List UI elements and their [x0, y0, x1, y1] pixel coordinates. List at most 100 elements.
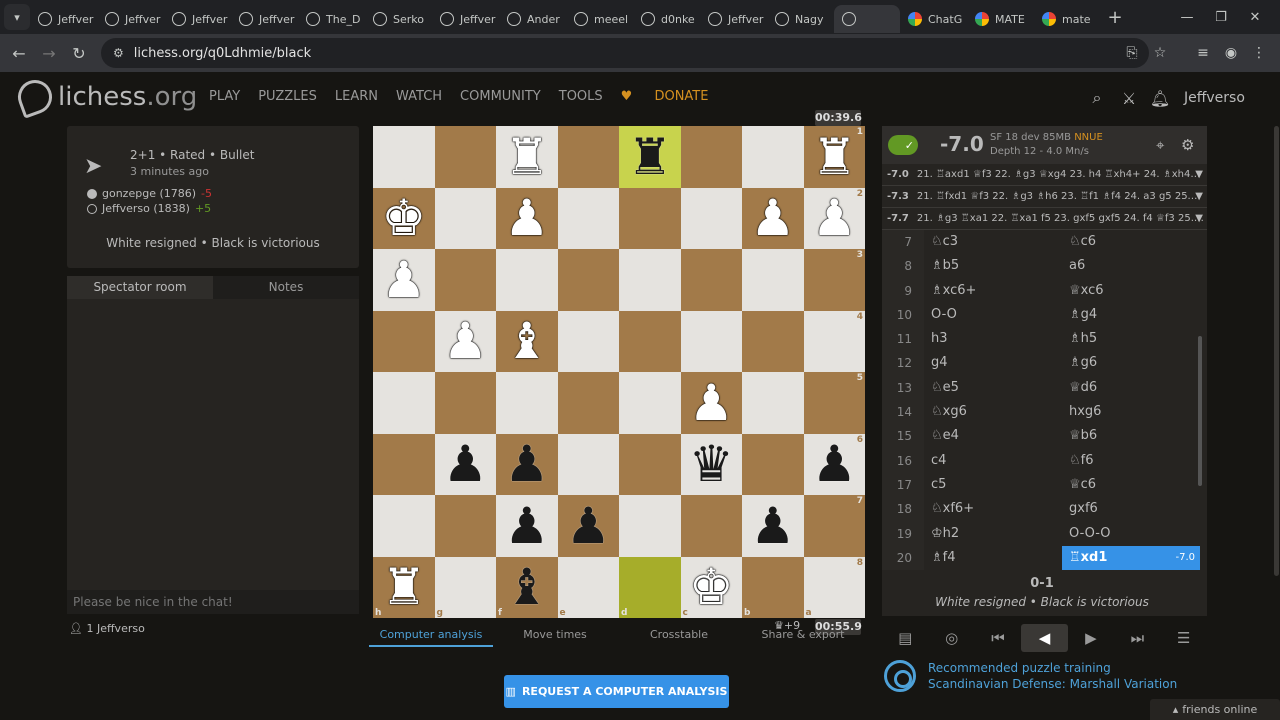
- search-icon[interactable]: ⌕: [1087, 88, 1107, 108]
- board-square[interactable]: ♚: [373, 187, 435, 249]
- black-move[interactable]: ♘c6: [1062, 230, 1200, 254]
- board-square[interactable]: [742, 310, 804, 372]
- board-square[interactable]: 3: [803, 249, 865, 311]
- board-square[interactable]: [373, 372, 435, 434]
- white-pawn-piece[interactable]: ♟: [504, 193, 549, 243]
- board-square[interactable]: [680, 126, 742, 188]
- browser-tab[interactable]: Jeffver: [97, 5, 164, 33]
- board-square[interactable]: ♟: [496, 433, 558, 495]
- black-pawn-piece[interactable]: ♟: [504, 439, 549, 489]
- browser-tab[interactable]: The_D: [298, 5, 365, 33]
- previous-move-icon[interactable]: ◀: [1021, 624, 1068, 652]
- reload-icon[interactable]: ↻: [64, 38, 94, 68]
- board-square[interactable]: 4: [803, 310, 865, 372]
- tab-share-export[interactable]: Share & export: [741, 628, 865, 647]
- board-square[interactable]: [557, 310, 619, 372]
- pv-line[interactable]: -7.7 21. ♗g3 ♖xa1 22. ♖xa1 f5 23. gxf5 gx…: [882, 208, 1207, 230]
- black-rook-piece[interactable]: ♜: [627, 132, 672, 182]
- gear-icon[interactable]: ⚙: [1181, 136, 1194, 154]
- board-square[interactable]: [557, 372, 619, 434]
- board-square[interactable]: [496, 372, 558, 434]
- black-move[interactable]: ♗h5: [1062, 327, 1200, 351]
- board-square[interactable]: [557, 126, 619, 188]
- browser-tab[interactable]: Jeffver: [432, 5, 499, 33]
- black-pawn-piece[interactable]: ♟: [443, 439, 488, 489]
- bell-icon[interactable]: 🔔︎: [1150, 88, 1170, 108]
- white-move[interactable]: g4: [924, 351, 1062, 375]
- puzzle-opening[interactable]: Scandinavian Defense: Marshall Variation: [928, 676, 1177, 692]
- board-square[interactable]: ♚ c: [680, 556, 742, 618]
- bookmark-star-icon[interactable]: ☆: [1145, 38, 1175, 68]
- white-rook-piece[interactable]: ♜: [381, 562, 426, 612]
- board-square[interactable]: ♟ 2: [803, 187, 865, 249]
- nav-donate[interactable]: ♥ DONATE: [621, 89, 727, 104]
- browser-tab[interactable]: Nagy: [767, 5, 834, 33]
- pv-line[interactable]: -7.3 21. ♖fxd1 ♕f3 22. ♗g3 ♗h6 23. ♖f1 ♗f…: [882, 186, 1207, 208]
- board-square[interactable]: [619, 310, 681, 372]
- black-move[interactable]: ♖xd1 -7.0: [1062, 545, 1200, 571]
- white-move[interactable]: ♘xg6: [924, 400, 1062, 424]
- black-pawn-piece[interactable]: ♟: [566, 501, 611, 551]
- board-square[interactable]: g: [434, 556, 496, 618]
- board-square[interactable]: ♟ 6: [803, 433, 865, 495]
- board-square[interactable]: [434, 126, 496, 188]
- first-move-icon[interactable]: ⏮: [975, 624, 1021, 652]
- board-square[interactable]: ♜: [496, 126, 558, 188]
- browser-tab[interactable]: Jeffver: [30, 5, 97, 33]
- board-square[interactable]: [434, 249, 496, 311]
- white-king-piece[interactable]: ♚: [689, 562, 734, 612]
- board-square[interactable]: 8a: [803, 556, 865, 618]
- board-square[interactable]: [619, 187, 681, 249]
- board-square[interactable]: ♟: [496, 187, 558, 249]
- board-square[interactable]: ♛: [680, 433, 742, 495]
- black-pawn-piece[interactable]: ♟: [812, 439, 857, 489]
- white-pawn-piece[interactable]: ♟: [381, 255, 426, 305]
- white-pawn-piece[interactable]: ♟: [443, 316, 488, 366]
- book-icon[interactable]: ▤: [882, 624, 928, 652]
- tab-spectator-room[interactable]: Spectator room: [67, 276, 213, 299]
- tab-crosstable[interactable]: Crosstable: [617, 628, 741, 647]
- board-square[interactable]: [557, 249, 619, 311]
- browser-tab[interactable]: d0nke: [633, 5, 700, 33]
- black-move[interactable]: hxg6: [1062, 400, 1200, 424]
- browser-tab[interactable]: [834, 5, 900, 33]
- board-square[interactable]: [619, 495, 681, 557]
- black-move[interactable]: gxf6: [1062, 497, 1200, 521]
- board-square[interactable]: [680, 310, 742, 372]
- white-move[interactable]: ♘c3: [924, 230, 1062, 254]
- white-move[interactable]: ♘e4: [924, 424, 1062, 448]
- puzzle-title[interactable]: Recommended puzzle training: [928, 660, 1177, 676]
- board-square[interactable]: [742, 372, 804, 434]
- white-bishop-piece[interactable]: ♝: [504, 316, 549, 366]
- browser-menu-icon[interactable]: ⋮: [1244, 38, 1274, 68]
- board-square[interactable]: ♜ h: [373, 556, 435, 618]
- browser-tab[interactable]: Jeffver: [700, 5, 767, 33]
- swords-icon[interactable]: ⚔: [1119, 88, 1139, 108]
- black-move[interactable]: ♗g4: [1062, 303, 1200, 327]
- friends-online-button[interactable]: ▴ friends online: [1150, 699, 1280, 720]
- white-move[interactable]: c5: [924, 473, 1062, 497]
- white-rook-piece[interactable]: ♜: [504, 132, 549, 182]
- practice-icon[interactable]: ◎: [928, 624, 974, 652]
- nav-community[interactable]: COMMUNITY: [460, 89, 541, 104]
- board-square[interactable]: [742, 126, 804, 188]
- board-square[interactable]: [680, 495, 742, 557]
- browser-tab[interactable]: meeel: [566, 5, 633, 33]
- board-square[interactable]: [434, 372, 496, 434]
- black-move[interactable]: ♕b6: [1062, 424, 1200, 448]
- board-square[interactable]: ♟: [742, 495, 804, 557]
- board-square[interactable]: ♜: [619, 126, 681, 188]
- last-move-icon[interactable]: ⏭: [1114, 624, 1160, 652]
- user-menu[interactable]: Jeffverso: [1184, 90, 1245, 106]
- expand-icon[interactable]: ▼: [1195, 164, 1203, 185]
- browser-tab[interactable]: Jeffver: [164, 5, 231, 33]
- hamburger-menu-icon[interactable]: ☰: [1161, 624, 1207, 652]
- white-king-piece[interactable]: ♚: [381, 193, 426, 243]
- board-square[interactable]: ♟: [434, 433, 496, 495]
- board-square[interactable]: [742, 249, 804, 311]
- black-move[interactable]: ♗g6: [1062, 351, 1200, 375]
- white-move[interactable]: O-O: [924, 303, 1062, 327]
- page-scrollbar[interactable]: [1274, 126, 1279, 576]
- white-move[interactable]: h3: [924, 327, 1062, 351]
- browser-tab[interactable]: Serko: [365, 5, 432, 33]
